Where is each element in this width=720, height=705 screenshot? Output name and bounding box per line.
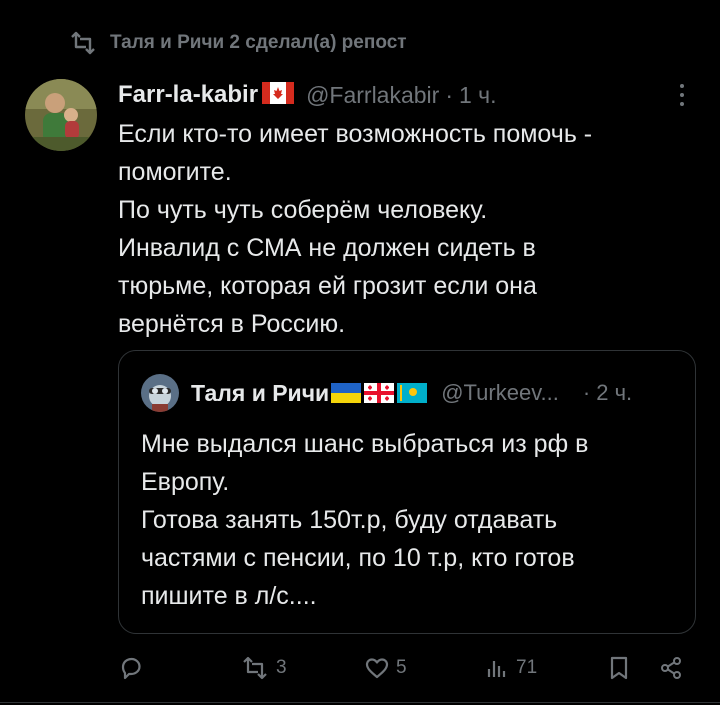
tweet-text: Если кто-то имеет возможность помочь - п… bbox=[118, 115, 698, 343]
bookmark-icon bbox=[610, 656, 628, 680]
views-button[interactable]: 71 bbox=[484, 650, 537, 686]
separator-dot: · bbox=[582, 380, 591, 405]
tweet-text-line: тюрьме, которая ей грозит если она bbox=[118, 272, 537, 300]
like-button[interactable]: 5 bbox=[364, 650, 407, 686]
share-icon bbox=[661, 657, 681, 679]
quoted-text-line: пишите в л/с.... bbox=[141, 582, 317, 610]
tweet-text-line: помогите. bbox=[118, 158, 232, 186]
quoted-tweet-text: Мне выдался шанс выбраться из рф в Европ… bbox=[141, 425, 681, 615]
share-button[interactable] bbox=[658, 650, 684, 686]
repost-label: Таля и Ричи 2 сделал(а) репост bbox=[110, 32, 407, 53]
quoted-text-line: Мне выдался шанс выбраться из рф в bbox=[141, 430, 589, 458]
tweet-text-line: Если кто-то имеет возможность помочь - bbox=[118, 120, 593, 148]
views-icon bbox=[487, 661, 506, 677]
like-count: 5 bbox=[396, 657, 407, 678]
author-avatar[interactable] bbox=[25, 79, 97, 151]
quoted-author-handle[interactable]: @Turkeev... bbox=[441, 380, 559, 406]
author-handle[interactable]: @Farrlakabir bbox=[306, 82, 439, 109]
quoted-author-name[interactable]: Таля и Ричи bbox=[191, 380, 329, 407]
action-bar: 3 5 71 bbox=[0, 650, 720, 686]
quoted-tweet-header: Таля и Ричи @Turkeev... · 2 ч. bbox=[141, 373, 632, 413]
author-name[interactable]: Farr-la-kabir bbox=[118, 81, 258, 109]
canada-flag-icon bbox=[262, 81, 295, 109]
reply-button[interactable] bbox=[118, 650, 150, 686]
quoted-text-line: Готова занять 150т.р, буду отдавать bbox=[141, 506, 558, 534]
quoted-text-line: Европу. bbox=[141, 468, 230, 496]
divider bbox=[0, 702, 720, 703]
repost-indicator[interactable]: Таля и Ричи 2 сделал(а) репост bbox=[68, 30, 407, 56]
ukraine-flag-icon bbox=[331, 383, 362, 403]
tweet-text-line: Инвалид с СМА не должен сидеть в bbox=[118, 234, 536, 262]
quoted-tweet-timestamp[interactable]: 2 ч. bbox=[596, 380, 632, 406]
repost-icon bbox=[71, 31, 95, 55]
bookmark-button[interactable] bbox=[606, 650, 632, 686]
quoted-text-line: частями с пенсии, по 10 т.р, кто готов bbox=[141, 544, 575, 572]
repost-button[interactable]: 3 bbox=[240, 650, 287, 686]
tweet-text-line: По чуть чуть соберём человеку. bbox=[118, 196, 488, 224]
tweet-text-line: вернётся в Россию. bbox=[118, 310, 346, 338]
tweet-timestamp[interactable]: 1 ч. bbox=[459, 82, 497, 109]
quoted-tweet-card[interactable]: Таля и Ричи @Turkeev... · 2 ч. Мне выдал… bbox=[118, 350, 696, 634]
view-count: 71 bbox=[516, 657, 538, 678]
more-options-icon[interactable] bbox=[670, 80, 694, 110]
heart-icon bbox=[365, 658, 389, 679]
repost-icon bbox=[243, 656, 267, 680]
kazakhstan-flag-icon bbox=[397, 383, 428, 403]
tweet-header: Farr-la-kabir @Farrlakabir · 1 ч. bbox=[118, 78, 497, 112]
quoted-author-avatar[interactable] bbox=[141, 374, 179, 412]
reply-icon bbox=[121, 657, 141, 680]
separator-dot: · bbox=[445, 81, 453, 108]
repost-count: 3 bbox=[276, 657, 287, 678]
georgia-flag-icon bbox=[364, 383, 395, 403]
